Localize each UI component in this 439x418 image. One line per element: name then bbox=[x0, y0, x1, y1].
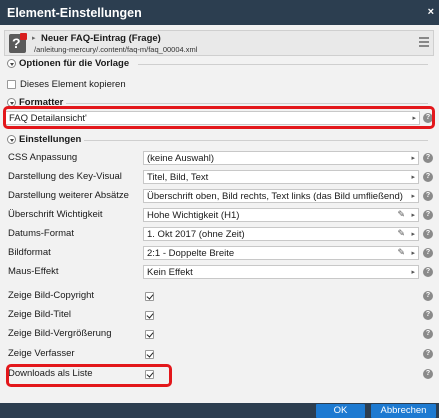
help-circle-icon[interactable]: ? bbox=[423, 113, 433, 123]
setting-select-maus-effekt[interactable]: Kein Effekt ▸ bbox=[143, 265, 419, 279]
setting-label-css-anpassung: CSS Anpassung bbox=[8, 152, 78, 163]
cancel-button[interactable]: Abbrechen bbox=[371, 404, 436, 418]
help-circle-icon[interactable]: ? bbox=[423, 191, 433, 201]
dialog-title: Element-Einstellungen bbox=[7, 6, 142, 20]
setting-select-datums-format[interactable]: 1. Okt 2017 (ohne Zeit) ✎ ▸ bbox=[143, 227, 419, 241]
pencil-icon[interactable]: ✎ bbox=[397, 247, 405, 258]
resource-title: Neuer FAQ-Eintrag (Frage) bbox=[41, 33, 161, 44]
setting-label-zeige-bild-copyright: Zeige Bild-Copyright bbox=[8, 290, 95, 301]
setting-value: Hohe Wichtigkeit (H1) bbox=[147, 210, 240, 221]
setting-label-darstellung-des-key-visual: Darstellung des Key-Visual bbox=[8, 171, 122, 182]
help-circle-icon[interactable]: ? bbox=[423, 248, 433, 258]
help-circle-icon[interactable]: ? bbox=[423, 310, 433, 320]
setting-select-darstellung-des-key-visual[interactable]: Titel, Bild, Text ▸ bbox=[143, 170, 419, 184]
setting-label-überschrift-wichtigkeit: Überschrift Wichtigkeit bbox=[8, 209, 103, 220]
collapse-toggle-icon[interactable] bbox=[7, 98, 16, 107]
setting-select-überschrift-wichtigkeit[interactable]: Hohe Wichtigkeit (H1) ✎ ▸ bbox=[143, 208, 419, 222]
divider bbox=[66, 103, 428, 104]
setting-label-zeige-verfasser: Zeige Verfasser bbox=[8, 348, 75, 359]
setting-checkbox-zeige-verfasser[interactable] bbox=[145, 350, 154, 359]
settings-heading: Einstellungen bbox=[19, 134, 82, 145]
ok-button[interactable]: OK bbox=[316, 404, 365, 418]
hamburger-menu-icon[interactable] bbox=[419, 37, 429, 47]
help-circle-icon[interactable]: ? bbox=[423, 172, 433, 182]
setting-checkbox-downloads-als-liste[interactable] bbox=[145, 370, 154, 379]
setting-select-darstellung-weiterer-absätze[interactable]: Überschrift oben, Bild rechts, Text link… bbox=[143, 189, 419, 203]
collapse-toggle-icon[interactable] bbox=[7, 59, 16, 68]
setting-value: 2:1 - Doppelte Breite bbox=[147, 248, 235, 259]
setting-label-downloads-als-liste: Downloads als Liste bbox=[8, 368, 93, 379]
formatter-value: FAQ Detailansicht' bbox=[9, 113, 87, 124]
divider bbox=[138, 64, 428, 65]
chevron-right-icon[interactable]: ▸ bbox=[411, 211, 415, 219]
setting-value: Überschrift oben, Bild rechts, Text link… bbox=[147, 191, 403, 202]
help-circle-icon[interactable]: ? bbox=[423, 153, 433, 163]
resource-header: ? ▸ Neuer FAQ-Eintrag (Frage) /anleitung… bbox=[4, 30, 434, 56]
chevron-right-icon[interactable]: ▸ bbox=[411, 192, 415, 200]
formatter-heading: Formatter bbox=[19, 97, 64, 108]
setting-checkbox-zeige-bild-copyright[interactable] bbox=[145, 292, 154, 301]
copy-element-checkbox[interactable] bbox=[7, 80, 16, 89]
setting-label-zeige-bild-vergrößerung: Zeige Bild-Vergrößerung bbox=[8, 328, 112, 339]
setting-label-bildformat: Bildformat bbox=[8, 247, 51, 258]
chevron-right-icon[interactable]: ▸ bbox=[411, 230, 415, 238]
help-circle-icon[interactable]: ? bbox=[423, 229, 433, 239]
setting-value: Kein Effekt bbox=[147, 267, 193, 278]
chevron-right-icon[interactable]: ▸ bbox=[411, 268, 415, 276]
setting-checkbox-zeige-bild-titel[interactable] bbox=[145, 311, 154, 320]
copy-element-label: Dieses Element kopieren bbox=[20, 79, 126, 90]
help-circle-icon[interactable]: ? bbox=[423, 349, 433, 359]
setting-select-bildformat[interactable]: 2:1 - Doppelte Breite ✎ ▸ bbox=[143, 246, 419, 260]
setting-select-css-anpassung[interactable]: (keine Auswahl) ▸ bbox=[143, 151, 419, 165]
dialog-content: ? ▸ Neuer FAQ-Eintrag (Frage) /anleitung… bbox=[0, 25, 439, 403]
pencil-icon[interactable]: ✎ bbox=[397, 228, 405, 239]
help-circle-icon[interactable]: ? bbox=[423, 369, 433, 379]
setting-checkbox-zeige-bild-vergrößerung[interactable] bbox=[145, 330, 154, 339]
setting-value: 1. Okt 2017 (ohne Zeit) bbox=[147, 229, 245, 240]
expand-arrow-icon[interactable]: ▸ bbox=[32, 34, 36, 42]
new-badge-icon bbox=[20, 33, 27, 40]
setting-label-datums-format: Datums-Format bbox=[8, 228, 74, 239]
chevron-right-icon[interactable]: ▸ bbox=[411, 249, 415, 257]
dialog-footer: OK Abbrechen bbox=[0, 403, 439, 418]
setting-label-darstellung-weiterer-absätze: Darstellung weiterer Absätze bbox=[8, 190, 129, 201]
options-heading: Optionen für die Vorlage bbox=[19, 58, 130, 69]
dialog-titlebar: Element-Einstellungen × bbox=[0, 0, 439, 25]
help-circle-icon[interactable]: ? bbox=[423, 267, 433, 277]
help-circle-icon[interactable]: ? bbox=[423, 210, 433, 220]
pencil-icon[interactable]: ✎ bbox=[397, 209, 405, 220]
divider bbox=[84, 140, 428, 141]
chevron-right-icon[interactable]: ▸ bbox=[411, 173, 415, 181]
setting-value: (keine Auswahl) bbox=[147, 153, 215, 164]
setting-label-maus-effekt: Maus-Effekt bbox=[8, 266, 59, 277]
setting-value: Titel, Bild, Text bbox=[147, 172, 209, 183]
setting-label-zeige-bild-titel: Zeige Bild-Titel bbox=[8, 309, 72, 320]
help-circle-icon[interactable]: ? bbox=[423, 291, 433, 301]
chevron-right-icon[interactable]: ▸ bbox=[411, 154, 415, 162]
collapse-toggle-icon[interactable] bbox=[7, 135, 16, 144]
help-circle-icon[interactable]: ? bbox=[423, 329, 433, 339]
help-question-icon[interactable]: ? bbox=[9, 33, 27, 53]
chevron-right-icon[interactable]: ▸ bbox=[412, 114, 416, 122]
resource-path: /anleitung-mercury/.content/faq-m/faq_00… bbox=[34, 45, 198, 54]
close-icon[interactable]: × bbox=[428, 6, 434, 18]
formatter-select[interactable]: FAQ Detailansicht' ▸ bbox=[5, 111, 420, 125]
